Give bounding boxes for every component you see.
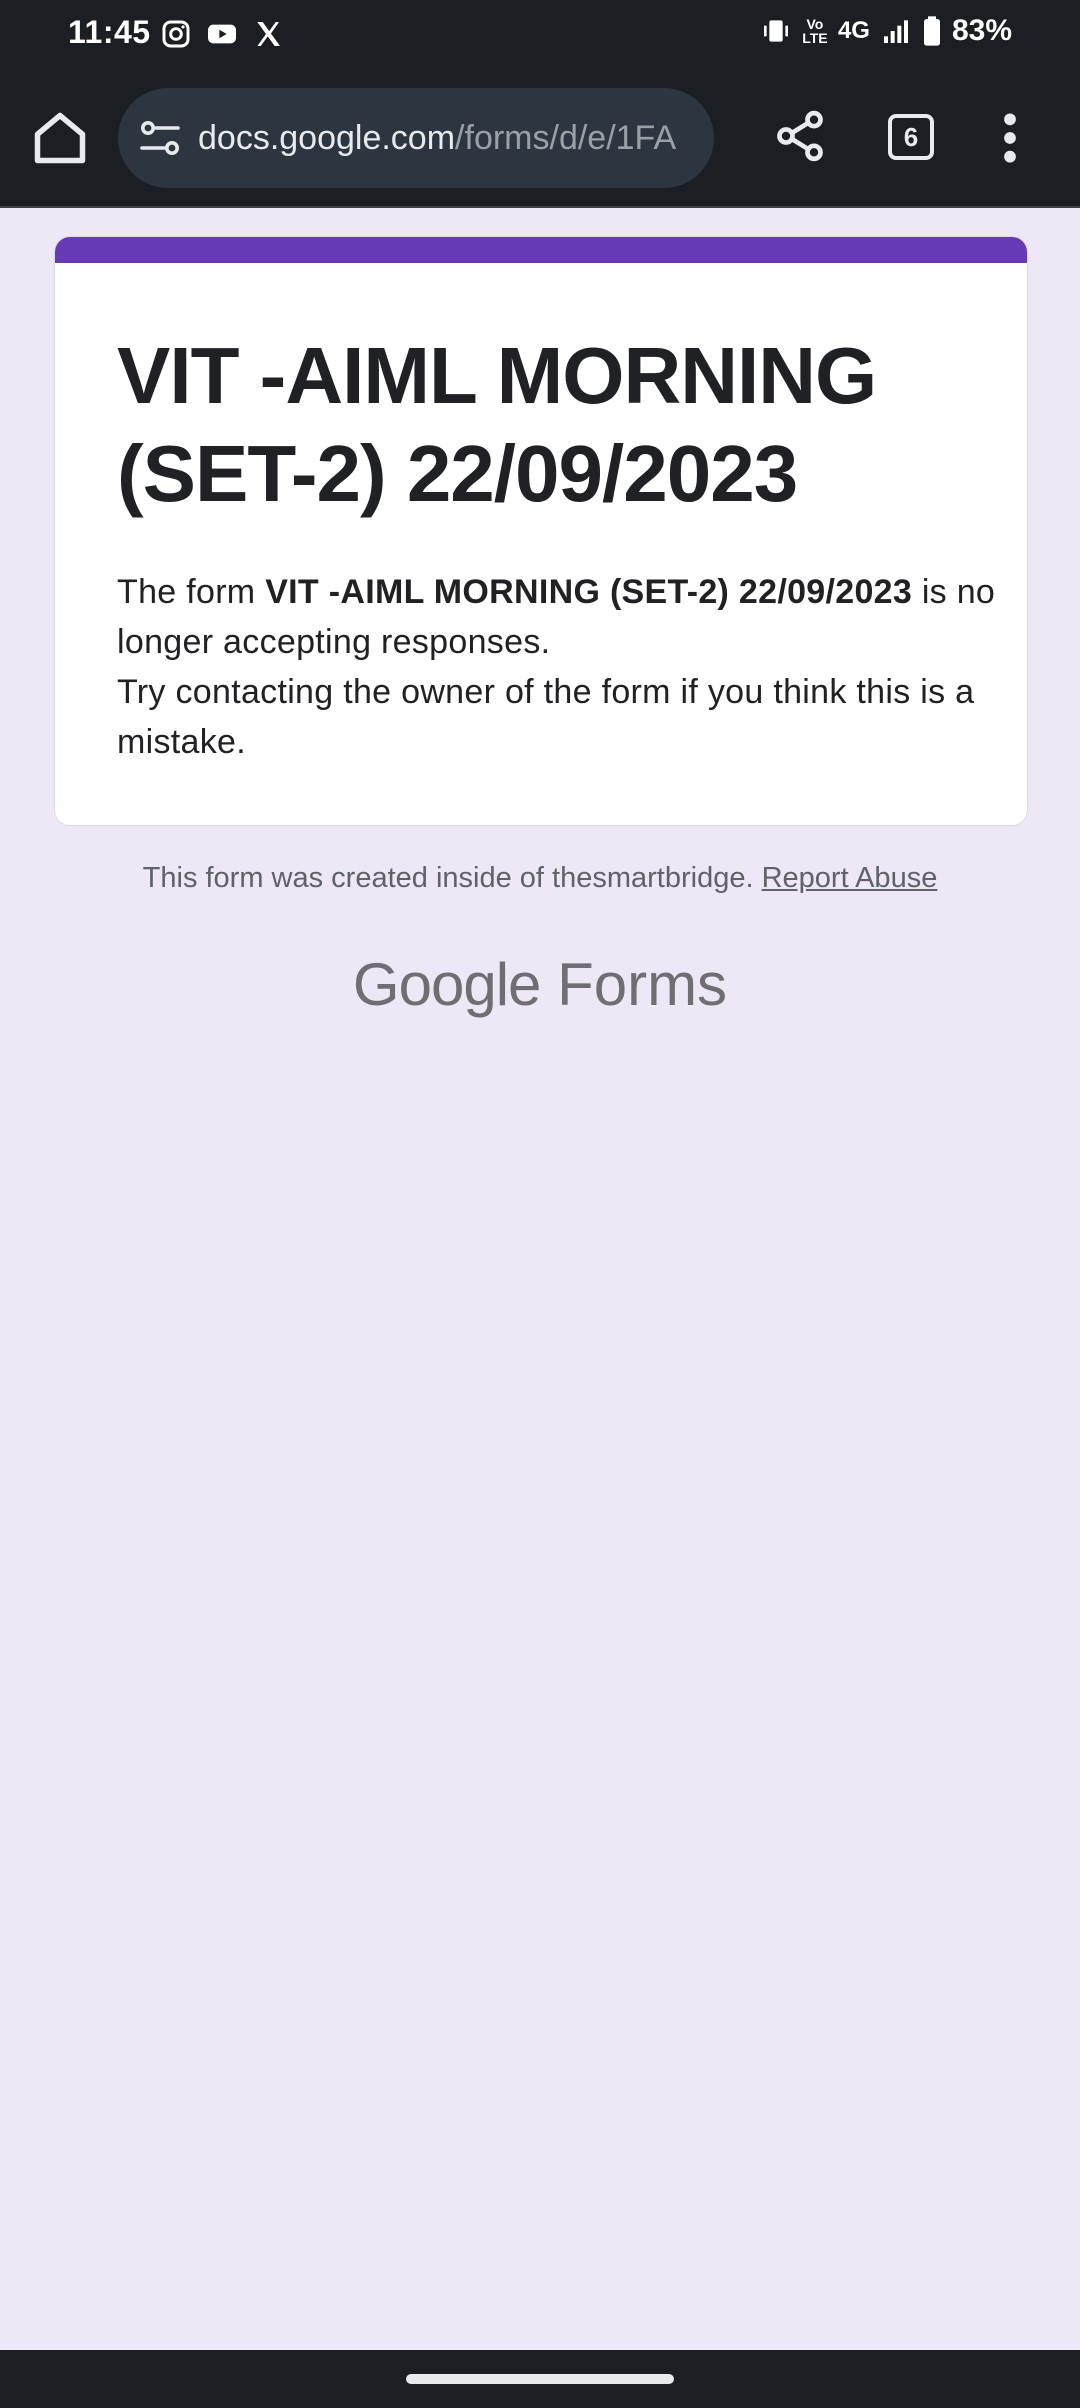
report-abuse-link[interactable]: Report Abuse [762,862,938,894]
gesture-handle[interactable] [406,2374,674,2384]
battery-percent: 83% [951,14,1012,47]
share-icon[interactable] [772,106,828,166]
created-note: This form was created inside of thesmart… [142,862,754,894]
tab-switcher-button[interactable]: 6 [888,114,934,160]
vibrate-icon [763,20,788,42]
tab-count: 6 [903,121,919,152]
url-text[interactable]: docs.google.com/forms/d/e/1FA [198,119,676,158]
signal-icon [883,20,908,43]
logo-google-text: Google [352,951,541,1018]
instagram-icon [162,20,190,48]
youtube-icon [208,24,236,44]
status-bar: 11:45 Vo LTE 4G 83% [0,0,1080,68]
form-closed-card: VIT -AIML MORNING (SET-2) 22/09/2023 The… [54,236,1028,826]
volte-indicator: Vo LTE [802,16,828,46]
logo-forms-text: Forms [557,951,728,1018]
status-time: 11:45 [68,14,151,50]
message-prefix: The form [117,573,266,611]
message-line2: Try contacting the owner of the form if … [117,673,975,761]
battery-icon [923,16,940,46]
home-icon[interactable] [30,108,90,168]
footer-note: This form was created inside of thesmart… [0,862,1080,895]
network-type: 4G [837,17,870,44]
url-bar[interactable]: docs.google.com/forms/d/e/1FA [118,88,714,188]
browser-toolbar: docs.google.com/forms/d/e/1FA 6 [0,68,1080,208]
message-form-name: VIT -AIML MORNING (SET-2) 22/09/2023 [265,573,913,611]
status-app-icons [160,18,284,50]
x-icon [257,22,280,46]
card-accent-bar [55,237,1027,263]
url-host: docs.google.com [198,118,456,157]
system-nav-bar [0,2350,1080,2408]
more-menu-icon[interactable] [990,106,1030,170]
form-title: VIT -AIML MORNING (SET-2) 22/09/2023 [117,331,877,518]
url-path: /forms/d/e/1FA [455,118,677,157]
status-indicators: Vo LTE 4G 83% [760,14,1012,48]
site-settings-icon[interactable] [136,114,184,162]
form-closed-message: The form VIT -AIML MORNING (SET-2) 22/09… [117,567,997,767]
google-forms-logo[interactable]: Google Forms [0,950,1080,1019]
